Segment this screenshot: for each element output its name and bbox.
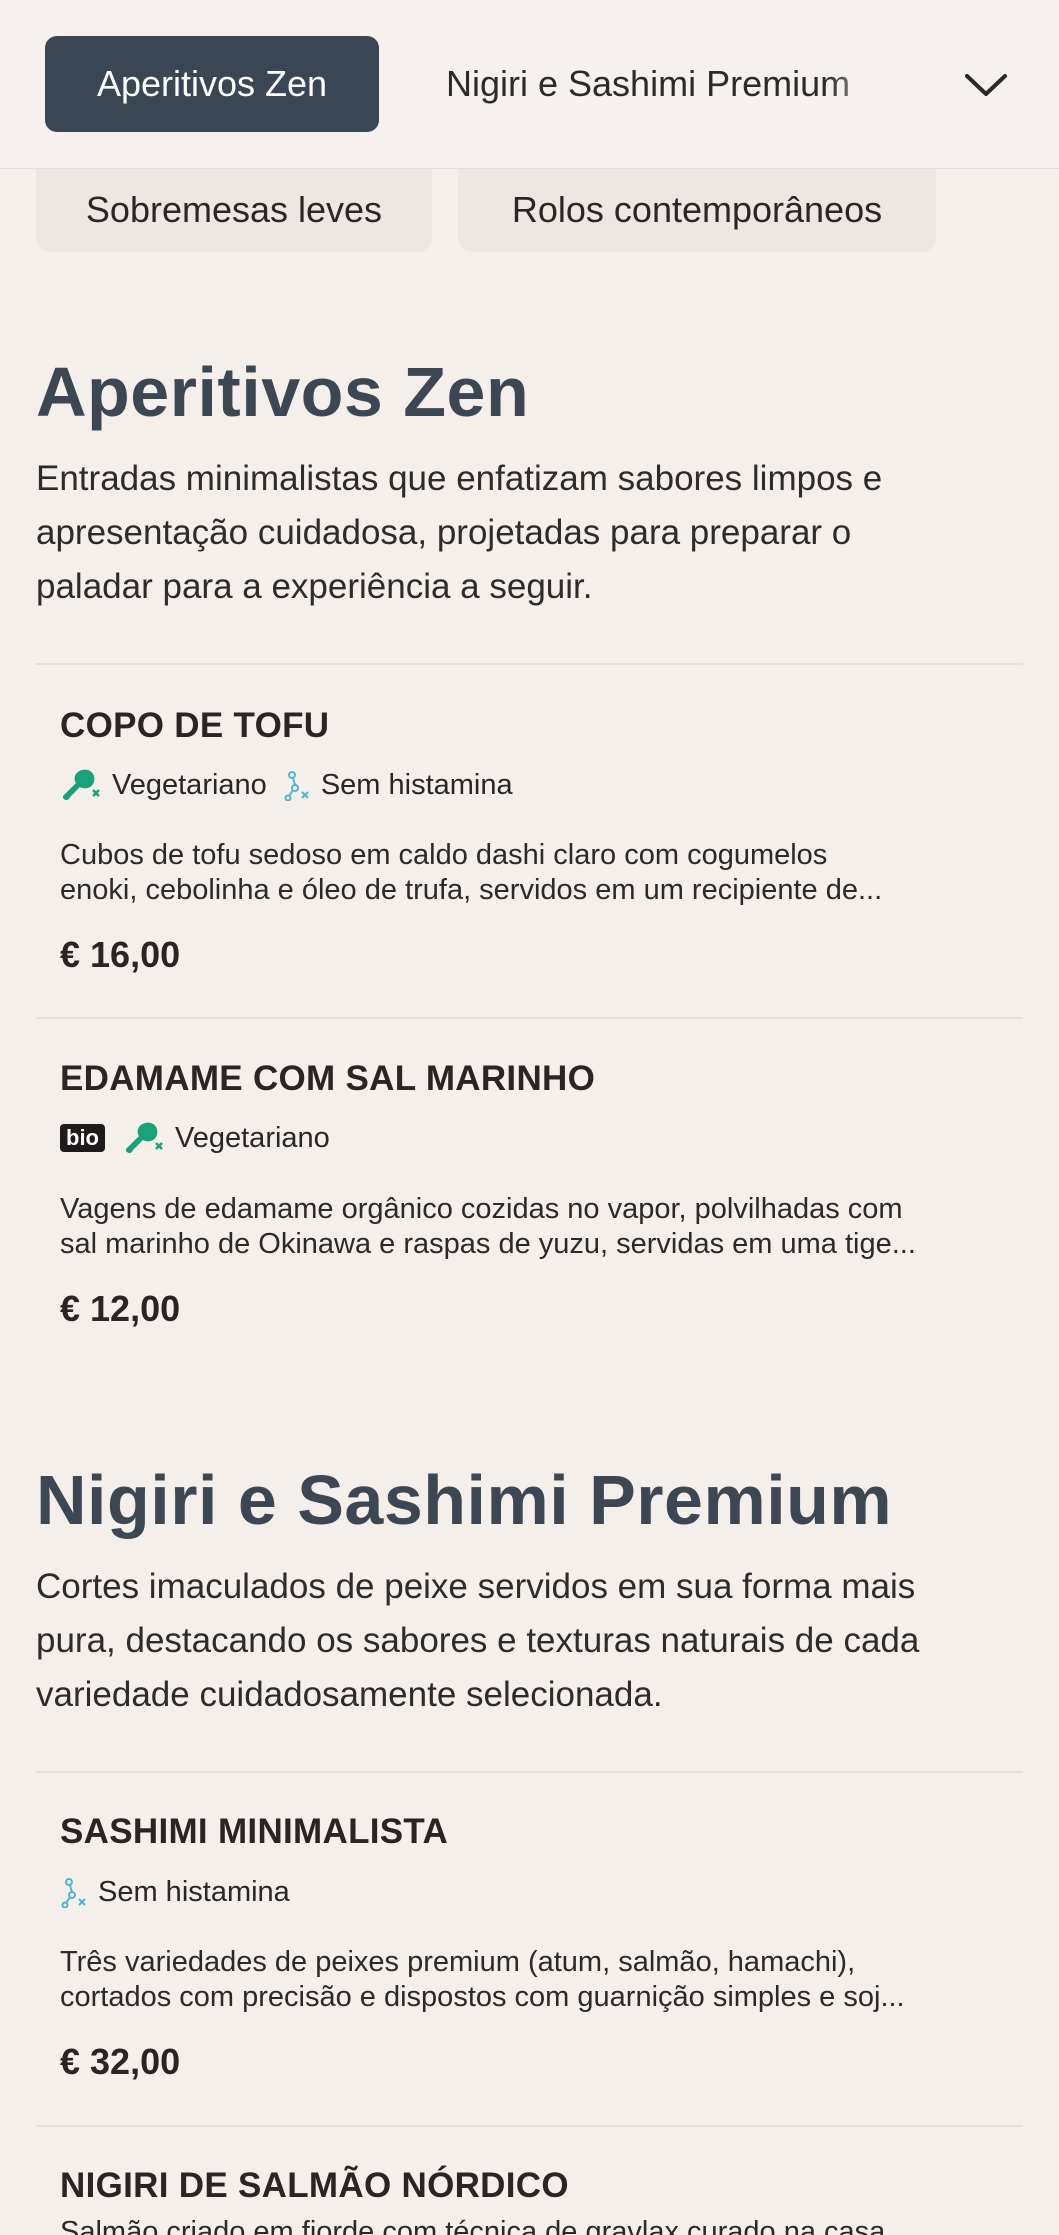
menu-item-description-line: Vagens de edamame orgânico cozidas no va…: [60, 1193, 903, 1225]
histamine-free-icon: [284, 771, 309, 801]
histamine-free-tag: Sem histamina: [60, 1876, 290, 1909]
vegetarian-label: Vegetariano: [112, 768, 267, 801]
bio-badge: bio: [60, 1124, 105, 1152]
divider: [36, 1017, 1023, 1019]
menu-item-name[interactable]: NIGIRI DE SALMÃO NÓRDICO: [60, 2166, 569, 2206]
section-description-line: variedade cuidadosamente selecionada.: [36, 1675, 663, 1714]
section-description-line: Cortes imaculados de peixe servidos em s…: [36, 1567, 916, 1606]
menu-item-description-line: Cubos de tofu sedoso em caldo dashi clar…: [60, 839, 828, 871]
menu-item-tags: Sem histamina: [60, 1872, 306, 1912]
vegetarian-tag: Vegetariano: [123, 1119, 330, 1157]
menu-item-description-line: cortados com precisão e dispostos com gu…: [60, 1981, 905, 2013]
menu-item-name[interactable]: EDAMAME COM SAL MARINHO: [60, 1059, 595, 1099]
leaf-drumstick-icon: [125, 1122, 163, 1154]
divider: [36, 2125, 1023, 2127]
vegetarian-label: Vegetariano: [175, 1121, 330, 1154]
divider: [36, 663, 1023, 665]
section-description-line: Entradas minimalistas que enfatizam sabo…: [36, 459, 883, 498]
menu-item-description: Cubos de tofu sedoso em caldo dashi clar…: [60, 838, 1010, 908]
section-description-line: apresentação cuidadosa, projetadas para …: [36, 513, 852, 552]
section-title: Aperitivos Zen: [36, 353, 530, 431]
histamine-free-icon: [61, 1878, 86, 1908]
section-title: Nigiri e Sashimi Premium: [36, 1461, 893, 1539]
menu-item-price: € 12,00: [60, 1288, 181, 1329]
leaf-drumstick-icon: [62, 769, 100, 801]
menu-item-description-line: Salmão criado em fiorde com técnica de g…: [60, 2216, 886, 2235]
menu-item-price: € 32,00: [60, 2041, 181, 2082]
chip-sobremesas-leves[interactable]: Sobremesas leves: [36, 168, 432, 252]
category-nav-bar: Aperitivos Zen Nigiri e Sashimi Premium: [0, 0, 1059, 169]
menu-item-description-line: Três variedades de peixes premium (atum,…: [60, 1946, 856, 1978]
chevron-down-icon[interactable]: [960, 60, 1012, 110]
section-description: Entradas minimalistas que enfatizam sabo…: [36, 452, 1026, 614]
section-description: Cortes imaculados de peixe servidos em s…: [36, 1560, 1026, 1722]
section-description-line: pura, destacando os sabores e texturas n…: [36, 1621, 920, 1660]
tab-nigiri-sashimi[interactable]: Nigiri e Sashimi Premium: [446, 36, 886, 132]
divider: [36, 1771, 1023, 1773]
tab-aperitivos-zen[interactable]: Aperitivos Zen: [45, 36, 379, 132]
menu-item-description-line: enoki, cebolinha e óleo de trufa, servid…: [60, 874, 883, 906]
menu-item-description: Três variedades de peixes premium (atum,…: [60, 1945, 1010, 2015]
menu-item-name[interactable]: SASHIMI MINIMALISTA: [60, 1812, 448, 1852]
menu-item-description: Vagens de edamame orgânico cozidas no va…: [60, 1192, 1010, 1262]
menu-item-description: Salmão criado em fiorde com técnica de g…: [60, 2215, 1010, 2235]
menu-item-price: € 16,00: [60, 934, 181, 975]
histamine-free-label: Sem histamina: [320, 768, 513, 801]
menu-item-tags: bio Vegetariano: [60, 1118, 346, 1158]
menu-item-description-line: sal marinho de Okinawa e raspas de yuzu,…: [60, 1228, 916, 1260]
menu-item-tags: Vegetariano Sem histamina: [60, 765, 529, 805]
chip-rolos-contemporaneos[interactable]: Rolos contemporâneos: [458, 168, 936, 252]
vegetarian-tag: Vegetariano: [60, 766, 267, 804]
histamine-free-label: Sem histamina: [98, 1875, 290, 1908]
menu-item-name[interactable]: COPO DE TOFU: [60, 706, 329, 746]
section-description-line: paladar para a experiência a seguir.: [36, 567, 593, 606]
histamine-free-tag: Sem histamina: [283, 769, 513, 802]
